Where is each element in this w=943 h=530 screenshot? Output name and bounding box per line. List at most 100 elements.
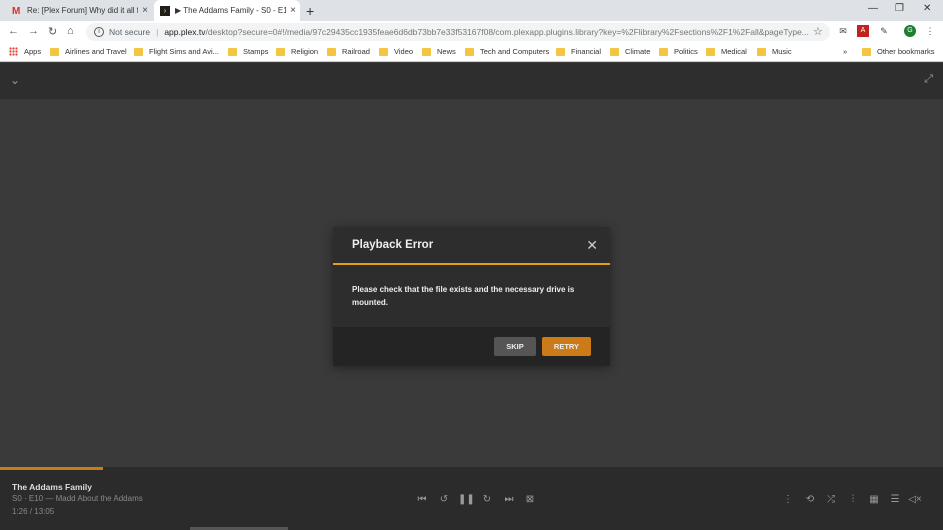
bookmark-folder[interactable]: Video (379, 47, 413, 56)
folder-icon (327, 47, 336, 56)
bookmark-folder[interactable]: Medical (706, 47, 747, 56)
tab-title: ▶ The Addams Family - S0 - E10 (175, 6, 286, 15)
extension-icon[interactable]: ✎ (878, 25, 890, 37)
bookmark-label: News (437, 47, 456, 56)
pause-icon[interactable]: ❚❚ (458, 494, 475, 505)
previous-icon[interactable]: ⏮ (415, 494, 429, 505)
close-icon[interactable]: ✕ (586, 237, 598, 254)
dialog-footer: SKIP RETRY (333, 327, 610, 366)
bookmark-label: Medical (721, 47, 747, 56)
reload-icon[interactable]: ↻ (48, 25, 57, 38)
folder-icon (379, 47, 388, 56)
back-icon[interactable]: ← (8, 25, 19, 37)
window-close-icon[interactable]: ✕ (923, 3, 931, 14)
bookmark-label: Stamps (243, 47, 269, 56)
bookmark-folder[interactable]: Financial (556, 47, 601, 56)
forward-skip-icon[interactable]: ↻ (480, 494, 494, 505)
bookmark-label: Railroad (342, 47, 370, 56)
more-options-icon[interactable]: ⋮ (781, 494, 795, 505)
apps-grid-icon (9, 47, 18, 56)
bookmark-star-icon[interactable]: ☆ (813, 25, 823, 38)
stop-icon[interactable]: ⊠ (523, 494, 537, 505)
player-controls: The Addams Family S0 · E10 — Madd About … (0, 470, 943, 530)
bookmark-label: Apps (24, 47, 42, 56)
bookmark-folder[interactable]: Railroad (327, 47, 370, 56)
close-tab-icon[interactable]: × (286, 5, 300, 16)
folder-icon (276, 47, 285, 56)
tab-gmail[interactable]: M Re: [Plex Forum] Why did it all fa × (8, 0, 152, 21)
next-icon[interactable]: ⏭ (502, 494, 516, 505)
folder-icon (659, 47, 668, 56)
bookmark-folder[interactable]: Religion (276, 47, 318, 56)
info-icon[interactable]: i (94, 27, 104, 37)
plex-player: ⌄ ⤢ Playback Error ✕ Please check that t… (0, 63, 943, 530)
folder-icon (556, 47, 565, 56)
mute-icon[interactable]: ◁× (908, 494, 922, 505)
grid-icon[interactable]: ▦ (867, 494, 881, 505)
bookmark-label: Music (772, 47, 792, 56)
bookmark-label: Airlines and Travel (65, 47, 127, 56)
bookmark-label: Flight Sims and Avi... (149, 47, 219, 56)
folder-icon (706, 47, 715, 56)
fullscreen-icon[interactable]: ⤢ (924, 73, 933, 86)
now-playing-title[interactable]: The Addams Family (12, 482, 92, 492)
bookmark-label: Other bookmarks (877, 47, 935, 56)
bookmark-folder[interactable]: Tech and Computers (465, 47, 549, 56)
dialog-message: Please check that the file exists and th… (352, 285, 575, 307)
dialog-header: Playback Error (333, 227, 610, 265)
playlist-icon[interactable]: ☰ (888, 494, 902, 505)
repeat-icon[interactable]: ⟲ (803, 494, 817, 505)
bookmark-folder[interactable]: Airlines and Travel (50, 47, 127, 56)
bookmark-folder[interactable]: Politics (659, 47, 698, 56)
folder-icon (422, 47, 431, 56)
address-bar[interactable]: i Not secure | app.plex.tv /desktop?secu… (86, 23, 830, 41)
bookmark-folder[interactable]: News (422, 47, 456, 56)
gmail-icon: M (12, 5, 21, 17)
bookmark-label: Tech and Computers (480, 47, 550, 56)
tab-strip: M Re: [Plex Forum] Why did it all fa × ›… (0, 0, 943, 21)
forward-icon[interactable]: → (28, 25, 39, 37)
chevron-down-icon[interactable]: ⌄ (10, 73, 20, 87)
dialog-title: Playback Error (352, 239, 434, 251)
bookmark-label: Financial (571, 47, 602, 56)
divider: | (156, 27, 159, 37)
close-tab-icon[interactable]: × (138, 5, 152, 16)
rewind-icon[interactable]: ↺ (437, 494, 451, 505)
folder-icon (50, 47, 59, 56)
bookmark-folder[interactable]: Flight Sims and Avi... (134, 47, 219, 56)
bookmark-label: Politics (674, 47, 698, 56)
new-tab-button[interactable]: + (306, 3, 314, 19)
bookmark-folder[interactable]: Climate (610, 47, 650, 56)
bookmark-apps[interactable]: Apps (9, 47, 41, 56)
playback-time: 1:26 / 13:05 (12, 507, 55, 516)
shuffle-icon[interactable]: ⤮ (824, 494, 838, 505)
browser-toolbar: ← → ↻ ⌂ i Not secure | app.plex.tv /desk… (0, 21, 943, 43)
avatar[interactable]: G (904, 25, 916, 37)
folder-icon (134, 47, 143, 56)
restore-icon[interactable]: ❐ (895, 3, 904, 14)
retry-button[interactable]: RETRY (542, 337, 591, 356)
settings-sliders-icon[interactable]: ⫶ (846, 494, 860, 505)
bookmarks-overflow-button[interactable]: » (843, 47, 847, 56)
folder-icon (465, 47, 474, 56)
mail-extension-icon[interactable]: ✉ (837, 25, 849, 37)
bookmark-folder[interactable]: Stamps (228, 47, 268, 56)
now-playing-episode[interactable]: S0 · E10 — Madd About the Addams (12, 494, 143, 503)
folder-icon (757, 47, 766, 56)
bookmark-label: Video (394, 47, 414, 56)
url-host: app.plex.tv (164, 27, 206, 37)
other-bookmarks[interactable]: Other bookmarks (862, 47, 935, 56)
folder-icon (862, 47, 871, 56)
menu-icon[interactable]: ⋮ (924, 25, 936, 37)
plex-icon: › (160, 5, 170, 16)
folder-icon (228, 47, 237, 56)
pdf-extension-icon[interactable]: A (857, 25, 869, 37)
bookmark-label: Religion (291, 47, 319, 56)
home-icon[interactable]: ⌂ (67, 25, 74, 37)
minimize-icon[interactable]: — (868, 3, 878, 14)
skip-button[interactable]: SKIP (494, 337, 536, 356)
security-label: Not secure (109, 27, 151, 37)
tab-plex[interactable]: › ▶ The Addams Family - S0 - E10 × (154, 0, 300, 21)
bookmark-folder[interactable]: Music (757, 47, 792, 56)
player-top-bar: ⌄ ⤢ (0, 63, 943, 99)
